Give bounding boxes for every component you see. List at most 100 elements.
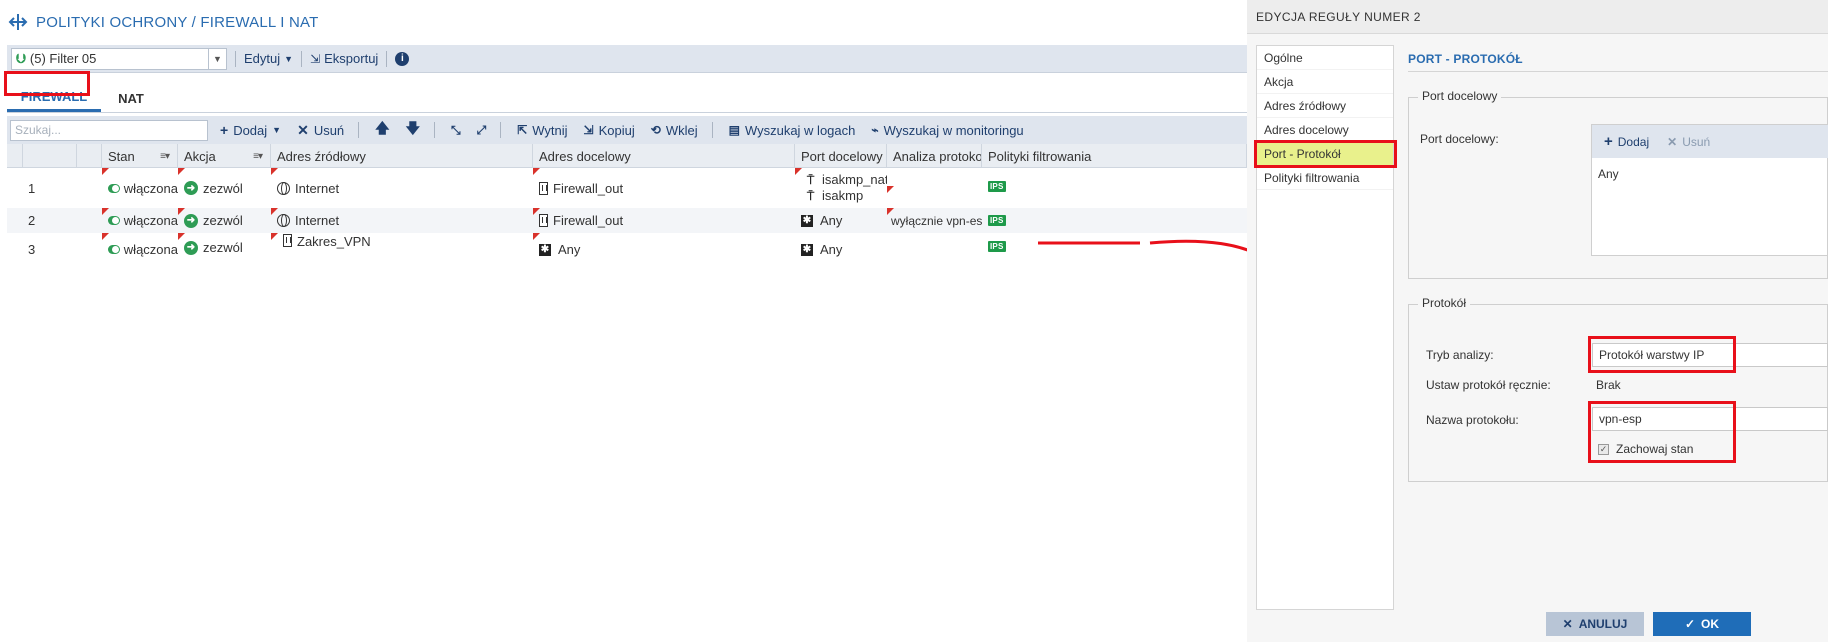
- cut-icon: ⇱: [517, 123, 528, 137]
- row-number: 3: [28, 242, 36, 257]
- checkbox-checked-icon[interactable]: ✓: [1598, 443, 1609, 455]
- nav-item-port-protocol[interactable]: Port - Protokół: [1257, 142, 1393, 166]
- tab-firewall[interactable]: FIREWALL: [7, 84, 101, 112]
- section-title: PORT - PROTOKÓŁ: [1408, 52, 1523, 66]
- column-header-analysis[interactable]: Analiza protokoł...: [887, 144, 982, 168]
- monitoring-icon: ⌁: [871, 123, 879, 137]
- state-cell[interactable]: włączona: [102, 208, 178, 233]
- cancel-label: ANULUJ: [1578, 617, 1628, 631]
- action-cell[interactable]: ➜ zezwól: [178, 233, 271, 258]
- sort-menu-icon[interactable]: ≡▾: [160, 151, 170, 162]
- ok-button[interactable]: ✓ OK: [1653, 612, 1751, 636]
- port-add-button[interactable]: + Dodaj: [1604, 133, 1649, 150]
- action-label: zezwól: [203, 180, 243, 196]
- remove-rule-button[interactable]: ✕ Usuń: [297, 122, 344, 139]
- column-header-source[interactable]: Adres źródłowy: [271, 144, 533, 168]
- plus-icon: +: [1604, 133, 1613, 150]
- port-list-toolbar: + Dodaj ✕ Usuń: [1592, 125, 1828, 158]
- port-item: ⍑ isakmp: [807, 188, 863, 204]
- table-row[interactable]: 2 włączona ➜ zezwól Internet Firewall_out…: [7, 208, 1247, 233]
- filter-select[interactable]: ⮋ (5) Filter 05 ▼: [11, 47, 227, 70]
- modified-flag-icon: [178, 168, 185, 175]
- destination-cell[interactable]: Firewall_out: [533, 168, 795, 208]
- state-cell[interactable]: włączona: [102, 233, 178, 258]
- column-header-action[interactable]: Akcja ≡▾: [178, 144, 271, 168]
- toggle-on-icon[interactable]: [108, 245, 120, 254]
- destination-cell[interactable]: ✱ Any: [533, 233, 795, 258]
- filter-cell[interactable]: IPS: [982, 168, 1247, 208]
- column-header-filter-policies[interactable]: Polityki filtrowania: [982, 144, 1247, 168]
- search-logs-button[interactable]: ▤ Wyszukaj w logach: [729, 123, 856, 138]
- collapse-button[interactable]: ⤡: [451, 123, 461, 138]
- rule-editor-panel: EDYCJA REGUŁY NUMER 2 Ogólne Akcja Adres…: [1247, 0, 1828, 642]
- sort-menu-icon[interactable]: ≡▾: [253, 151, 263, 162]
- toolbar-divider: [711, 122, 713, 138]
- analysis-cell[interactable]: wyłącznie vpn-esp: [887, 208, 982, 233]
- filter-cell[interactable]: IPS: [982, 208, 1247, 233]
- cancel-button[interactable]: ✕ ANULUJ: [1546, 612, 1644, 636]
- nav-item-action[interactable]: Akcja: [1257, 70, 1393, 94]
- globe-icon: [277, 214, 290, 227]
- search-logs-label: Wyszukaj w logach: [744, 122, 856, 138]
- toggle-on-icon[interactable]: [108, 183, 120, 193]
- chevron-down-icon: ▼: [284, 53, 294, 64]
- port-cell[interactable]: ✱ Any: [795, 208, 887, 233]
- source-cell[interactable]: Internet: [271, 168, 533, 208]
- state-cell[interactable]: włączona: [102, 168, 178, 208]
- column-label: Polityki filtrowania: [988, 148, 1092, 164]
- port-list-item[interactable]: Any: [1598, 167, 1619, 181]
- copy-button[interactable]: ⇲ Kopiuj: [584, 123, 635, 138]
- nav-item-filter-policies[interactable]: Polityki filtrowania: [1257, 166, 1393, 190]
- cut-button[interactable]: ⇱ Wytnij: [517, 123, 567, 138]
- modified-flag-icon: [887, 186, 894, 193]
- chevron-down-icon: ▼: [272, 125, 282, 135]
- search-input[interactable]: [10, 119, 208, 141]
- toolbar-divider: [500, 122, 502, 138]
- port-remove-button[interactable]: ✕ Usuń: [1667, 135, 1710, 149]
- tab-nat[interactable]: NAT: [101, 84, 161, 112]
- arrow-down-icon: 🡇: [405, 120, 420, 136]
- source-cell[interactable]: Zakres_VPN: [271, 233, 533, 258]
- column-header-destination[interactable]: Adres docelowy: [533, 144, 795, 168]
- analysis-cell[interactable]: [887, 233, 982, 258]
- analysis-cell[interactable]: [887, 168, 982, 208]
- filter-cell[interactable]: IPS: [982, 233, 1247, 258]
- port-fieldset-legend: Port docelowy: [1418, 89, 1502, 103]
- move-down-button[interactable]: 🡇: [406, 118, 420, 142]
- nav-item-source[interactable]: Adres źródłowy: [1257, 94, 1393, 118]
- edit-menu-button[interactable]: Edytuj ▼: [244, 51, 293, 66]
- rules-toolbar: + Dodaj ▼ ✕ Usuń 🡅 🡇 ⤡ ⤢ ⇱ Wytnij ⇲ Kopi…: [7, 116, 1247, 144]
- column-header-state[interactable]: Stan ≡▾: [102, 144, 178, 168]
- keep-state-checkbox[interactable]: ✓ Zachowaj stan: [1598, 442, 1693, 456]
- add-rule-button[interactable]: + Dodaj ▼: [220, 122, 281, 138]
- table-row[interactable]: 1 włączona ➜ zezwól Internet Firewall_out…: [7, 168, 1247, 208]
- action-cell[interactable]: ➜ zezwól: [178, 208, 271, 233]
- protocol-name-select[interactable]: vpn-esp: [1592, 407, 1828, 431]
- info-icon[interactable]: i: [395, 51, 410, 66]
- collapse-icon: ⤡: [450, 122, 461, 137]
- paste-label: Wklej: [665, 122, 698, 138]
- divider: [1408, 71, 1828, 72]
- nav-item-general[interactable]: Ogólne: [1257, 46, 1393, 70]
- nav-item-destination[interactable]: Adres docelowy: [1257, 118, 1393, 142]
- action-cell[interactable]: ➜ zezwól: [178, 168, 271, 208]
- port-list[interactable]: + Dodaj ✕ Usuń Any: [1591, 124, 1828, 256]
- destination-cell[interactable]: Firewall_out: [533, 208, 795, 233]
- action-label: zezwól: [203, 213, 243, 228]
- source-cell[interactable]: Internet: [271, 208, 533, 233]
- table-row[interactable]: 3 włączona ➜ zezwól Zakres_VPN ✱ Any ✱ Any …: [7, 233, 1247, 258]
- expand-button[interactable]: ⤢: [477, 123, 487, 138]
- column-label: Akcja: [184, 148, 216, 164]
- chevron-down-icon[interactable]: ▼: [208, 48, 226, 69]
- export-button[interactable]: ⇲ Eksportuj: [310, 51, 378, 66]
- port-label: isakmp_natt: [822, 172, 887, 187]
- search-monitoring-button[interactable]: ⌁ Wyszukaj w monitoringu: [871, 123, 1023, 138]
- analysis-mode-select[interactable]: Protokół warstwy IP: [1592, 343, 1828, 367]
- paste-button[interactable]: ⟲ Wklej: [651, 123, 698, 138]
- port-cell[interactable]: ✱ Any: [795, 233, 887, 258]
- toggle-on-icon[interactable]: [108, 216, 120, 225]
- column-header-port[interactable]: Port docelowy: [795, 144, 887, 168]
- port-label: Any: [820, 242, 843, 257]
- move-up-button[interactable]: 🡅: [375, 118, 389, 142]
- port-cell[interactable]: ⍑ isakmp_natt ⍑ isakmp: [795, 168, 887, 208]
